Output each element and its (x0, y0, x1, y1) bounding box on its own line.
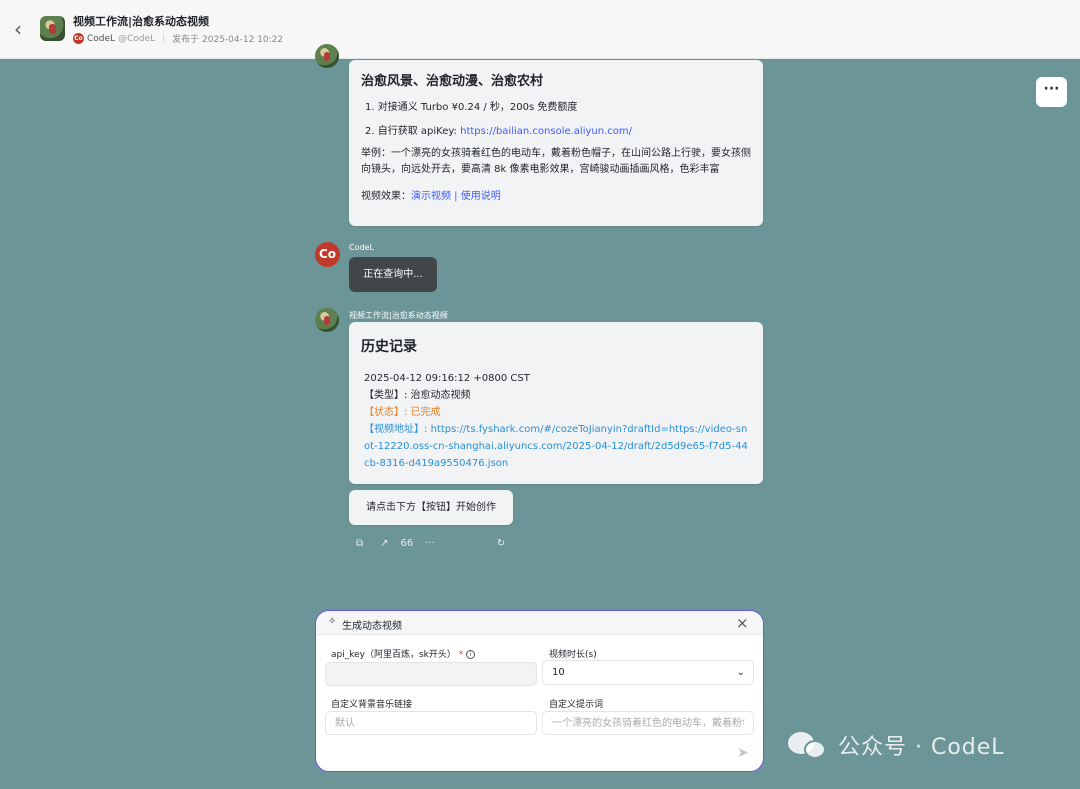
quote-button[interactable]: 66 (401, 538, 414, 549)
top-bar: ‹ 视频工作流|治愈系动态视频 Co CodeL @CodeL | 发布于 20… (0, 0, 1080, 59)
prompt-label: 自定义提示词 (549, 700, 604, 710)
bot-avatar (315, 308, 339, 332)
watermark: 公众号 · CodeL (788, 726, 1005, 764)
divider: | (162, 33, 166, 44)
duration-value: 10 (552, 667, 565, 678)
link-separator: | (451, 191, 461, 202)
intro-message: 治愈风景、治愈动漫、治愈农村 1. 对接通义 Turbo ¥0.24 / 秒，2… (349, 60, 763, 226)
url-label: 【视频地址】: (364, 424, 431, 435)
publish-date: 发布于 2025-04-12 10:22 (172, 35, 284, 45)
effect-label: 视频效果： (361, 191, 411, 202)
history-message: 历史记录 2025-04-12 09:16:12 +0800 CST 【类型】:… (349, 322, 763, 484)
author-avatar: Co (73, 33, 84, 44)
video-effect-line: 视频效果：演示视频 | 使用说明 (361, 187, 751, 202)
history-url[interactable]: 【视频地址】: https://ts.fyshark.com/#/cozeToJ… (361, 421, 751, 472)
example-text: 举例：一个漂亮的女孩骑着红色的电动车，戴着粉色帽子，在山间公路上行驶，要女孩侧向… (361, 148, 751, 175)
list-item: 1. 对接通义 Turbo ¥0.24 / 秒，200s 免费额度 (365, 102, 578, 113)
history-status: 【状态】: 已完成 (364, 407, 441, 418)
panel-title: 生成动态视频 (342, 621, 402, 632)
chevron-down-icon: ⌄ (736, 667, 745, 678)
list-item-text: 2. 自行获取 apiKey: (365, 126, 461, 137)
sender-name: CodeL (349, 243, 374, 252)
demo-video-link[interactable]: 演示视频 (411, 191, 451, 202)
bot-avatar (315, 44, 339, 68)
bot-avatar (40, 16, 65, 41)
info-icon[interactable]: i (466, 650, 476, 659)
copy-icon[interactable]: ⧉ (356, 538, 363, 549)
header-meta: Co CodeL @CodeL | 发布于 2025-04-12 10:22 (73, 32, 283, 45)
page-title: 视频工作流|治愈系动态视频 (73, 15, 210, 28)
duration-select[interactable]: 10 ⌄ (542, 660, 754, 685)
refresh-icon[interactable]: ↻ (497, 538, 505, 549)
music-label: 自定义背景音乐链接 (331, 700, 413, 710)
history-title: 历史记录 (361, 339, 417, 355)
usage-guide-link[interactable]: 使用说明 (461, 191, 501, 202)
close-icon[interactable]: × (736, 614, 749, 632)
duration-label: 视频时长(s) (549, 650, 597, 660)
wand-icon: ✧ (328, 616, 337, 627)
history-datetime: 2025-04-12 09:16:12 +0800 CST (364, 373, 530, 384)
watermark-text: 公众号 · CodeL (838, 735, 1005, 760)
panel-header: ✧ 生成动态视频 × (316, 611, 763, 635)
message-actions: ⧉ ↗ 66 ··· ↻ (356, 536, 505, 550)
api-key-label-text: api_key（阿里百炼，sk开头） (331, 650, 456, 660)
intro-title: 治愈风景、治愈动漫、治愈农村 (361, 74, 544, 89)
wechat-icon (788, 728, 828, 762)
user-message-bubble: 正在查询中... (349, 257, 437, 292)
sender-name: 视频工作流|治愈系动态视频 (349, 311, 448, 320)
author-name[interactable]: CodeL (87, 34, 115, 44)
more-options-button[interactable]: ··· (1036, 77, 1067, 107)
prompt-input[interactable] (542, 711, 754, 735)
api-key-label: api_key（阿里百炼，sk开头） * i (331, 647, 476, 660)
more-actions-button[interactable]: ··· (425, 538, 435, 549)
list-item: 2. 自行获取 apiKey: https://bailian.console.… (365, 122, 751, 137)
author-handle: @CodeL (118, 33, 156, 44)
apikey-link[interactable]: https://bailian.console.aliyun.com/ (460, 126, 632, 137)
send-icon[interactable]: ➤ (737, 745, 749, 761)
api-key-input[interactable] (325, 662, 537, 686)
user-avatar: Co (315, 242, 340, 267)
share-icon[interactable]: ↗ (380, 538, 388, 549)
history-type: 【类型】: 治愈动态视频 (364, 390, 471, 401)
chevron-left-icon[interactable]: ‹ (9, 19, 27, 39)
prompt-message: 请点击下方【按钮】开始创作 (349, 490, 513, 525)
generate-video-panel: ✧ 生成动态视频 × (315, 610, 764, 772)
required-mark: * (458, 650, 464, 660)
music-url-input[interactable] (325, 711, 537, 735)
